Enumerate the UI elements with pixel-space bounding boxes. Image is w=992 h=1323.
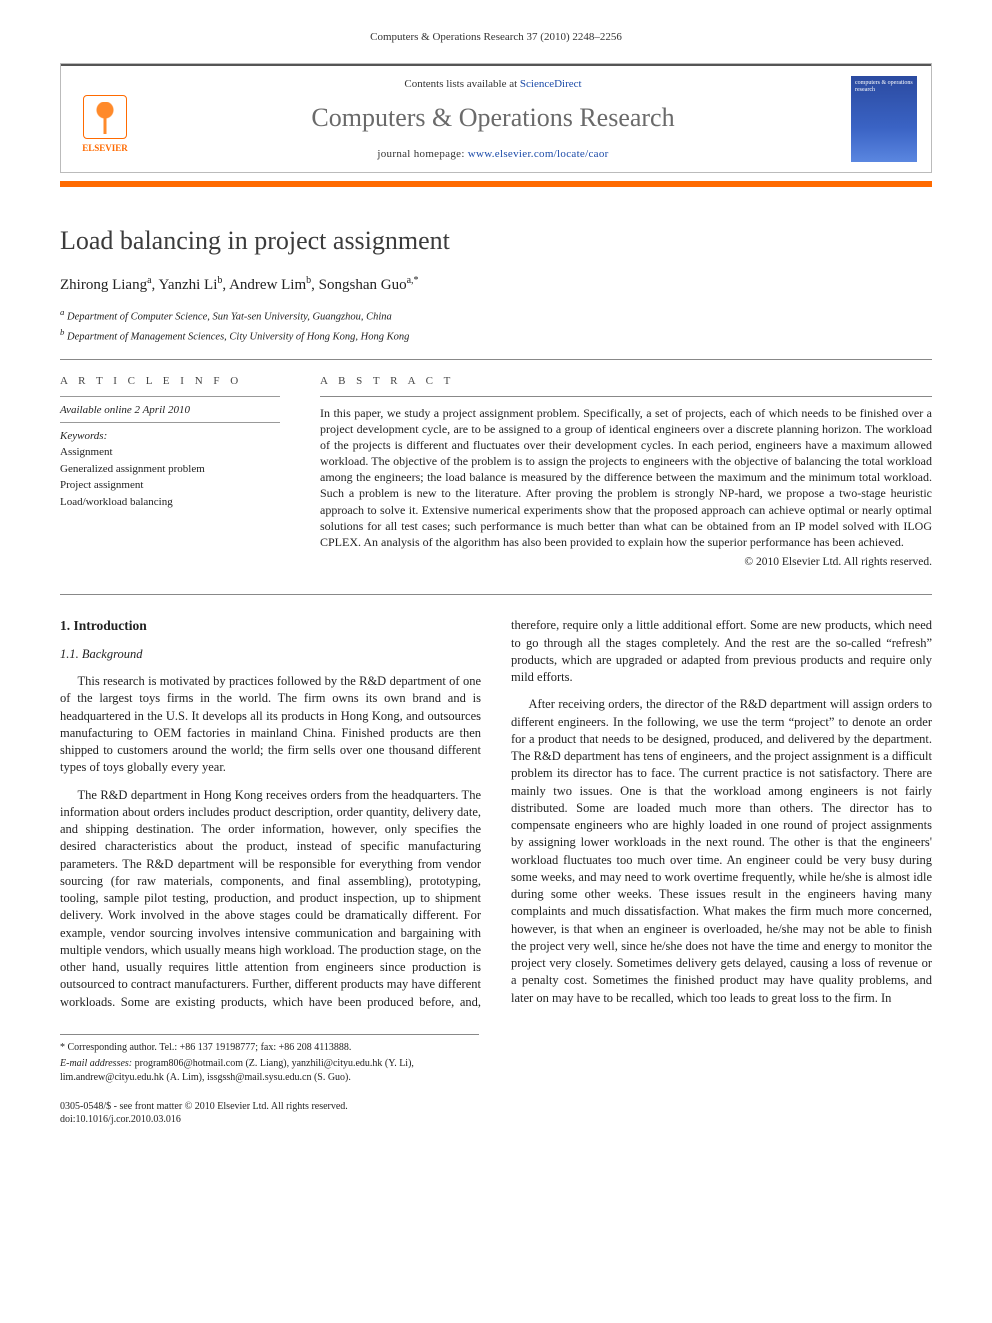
keywords-label: Keywords:	[60, 429, 280, 444]
abstract-rule	[320, 396, 932, 397]
keyword: Generalized assignment problem	[60, 461, 280, 478]
affiliation-a: a Department of Computer Science, Sun Ya…	[60, 306, 932, 325]
contents-line: Contents lists available at ScienceDirec…	[149, 77, 837, 92]
email-addresses: E-mail addresses: program806@hotmail.com…	[60, 1057, 479, 1084]
journal-homepage-link[interactable]: www.elsevier.com/locate/caor	[468, 148, 609, 160]
footnotes: * Corresponding author. Tel.: +86 137 19…	[60, 1034, 479, 1085]
keyword: Load/workload balancing	[60, 494, 280, 511]
elsevier-logo-text: ELSEVIER	[82, 142, 128, 155]
body-paragraph: This research is motivated by practices …	[60, 673, 481, 777]
keyword: Assignment	[60, 444, 280, 461]
elsevier-logo: ELSEVIER	[75, 84, 135, 154]
heading-background: 1.1. Background	[60, 646, 481, 663]
body-columns: 1. Introduction 1.1. Background This res…	[60, 617, 932, 1014]
author-list: Zhirong Lianga, Yanzhi Lib, Andrew Limb,…	[60, 274, 932, 296]
front-matter-line: 0305-0548/$ - see front matter © 2010 El…	[60, 1100, 932, 1126]
info-rule	[60, 396, 280, 397]
contents-prefix: Contents lists available at	[404, 78, 519, 90]
keywords-list: Assignment Generalized assignment proble…	[60, 444, 280, 510]
corresponding-author: * Corresponding author. Tel.: +86 137 19…	[60, 1041, 479, 1055]
heading-introduction: 1. Introduction	[60, 617, 481, 636]
journal-banner: ELSEVIER Contents lists available at Sci…	[60, 63, 932, 173]
journal-name: Computers & Operations Research	[149, 100, 837, 136]
elsevier-tree-icon	[83, 95, 127, 139]
cover-title: computers & operations research	[855, 80, 913, 93]
author-2: Yanzhi Lib	[158, 277, 222, 293]
abstract-copyright: © 2010 Elsevier Ltd. All rights reserved…	[320, 554, 932, 570]
info-rule	[60, 422, 280, 423]
abstract-label: A B S T R A C T	[320, 374, 932, 389]
available-online: Available online 2 April 2010	[60, 403, 280, 418]
journal-cover-thumbnail: computers & operations research	[851, 76, 917, 162]
body-paragraph: After receiving orders, the director of …	[511, 696, 932, 1007]
issn-line: 0305-0548/$ - see front matter © 2010 El…	[60, 1100, 932, 1113]
author-1: Zhirong Lianga	[60, 277, 152, 293]
homepage-line: journal homepage: www.elsevier.com/locat…	[149, 147, 837, 162]
affiliations: a Department of Computer Science, Sun Ya…	[60, 306, 932, 345]
rule	[60, 594, 932, 595]
keyword: Project assignment	[60, 477, 280, 494]
homepage-prefix: journal homepage:	[377, 148, 467, 160]
author-4: Songshan Guoa,*	[319, 277, 419, 293]
sciencedirect-link[interactable]: ScienceDirect	[520, 78, 582, 90]
article-info-label: A R T I C L E I N F O	[60, 374, 280, 389]
orange-rule	[60, 181, 932, 187]
rule	[60, 359, 932, 360]
running-head: Computers & Operations Research 37 (2010…	[60, 30, 932, 45]
article-title: Load balancing in project assignment	[60, 223, 932, 259]
author-3: Andrew Limb	[229, 277, 311, 293]
abstract-text: In this paper, we study a project assign…	[320, 405, 932, 551]
doi-line: doi:10.1016/j.cor.2010.03.016	[60, 1113, 932, 1126]
affiliation-b: b Department of Management Sciences, Cit…	[60, 326, 932, 345]
